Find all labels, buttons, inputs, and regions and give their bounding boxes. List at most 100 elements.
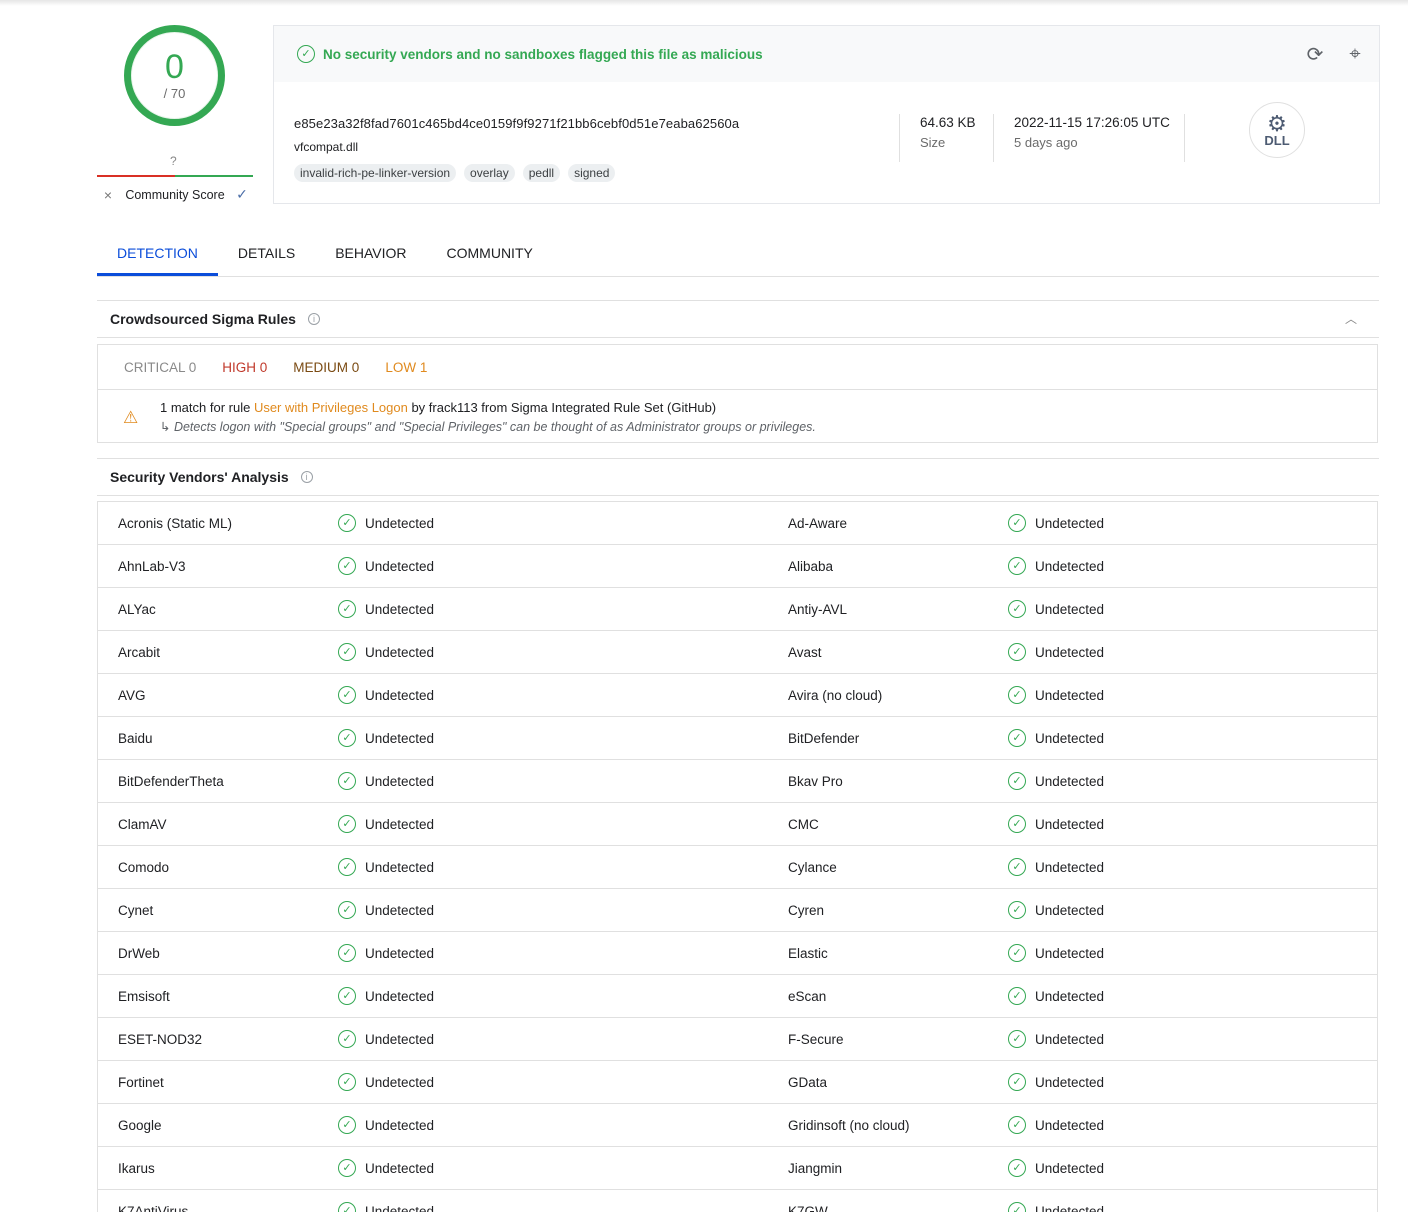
check-circle-icon: ✓ (1008, 557, 1026, 575)
check-circle-icon: ✓ (1008, 1159, 1026, 1177)
check-circle-icon: ✓ (1008, 944, 1026, 962)
check-circle-icon: ✓ (338, 1202, 356, 1212)
vendor-result: ✓ Undetected (1008, 557, 1104, 575)
sigma-rules-box: CRITICAL 0 HIGH 0 MEDIUM 0 LOW 1 ⚠ 1 mat… (97, 344, 1378, 443)
tab-detection[interactable]: DETECTION (97, 232, 218, 276)
vendor-result: ✓ Undetected (1008, 514, 1104, 532)
vendor-name: Cynet (118, 903, 154, 918)
vendor-result-text: Undetected (1035, 1203, 1105, 1212)
severity-high[interactable]: HIGH 0 (222, 360, 267, 375)
vendor-result-text: Undetected (365, 945, 435, 961)
check-circle-icon: ✓ (338, 1159, 356, 1177)
file-hash[interactable]: e85e23a32f8fad7601c465bd4ce0159f9f9271f2… (294, 116, 739, 131)
check-circle-icon: ✓ (338, 600, 356, 618)
vendor-result: ✓ Undetected (1008, 858, 1104, 876)
table-row: Emsisoft ✓ Undetected eScan ✓ Undetected (98, 975, 1377, 1018)
vendor-result-text: Undetected (365, 1074, 435, 1090)
severity-medium[interactable]: MEDIUM 0 (293, 360, 359, 375)
severity-low[interactable]: LOW 1 (385, 360, 427, 375)
vendor-result: ✓ Undetected (1008, 1030, 1104, 1048)
file-size-label: Size (920, 135, 946, 150)
vendors-section-title: Security Vendors' Analysis (110, 469, 289, 485)
divider (1184, 114, 1185, 162)
vendor-name: Cylance (788, 860, 837, 875)
table-row: Arcabit ✓ Undetected Avast ✓ Undetected (98, 631, 1377, 674)
status-message: No security vendors and no sandboxes fla… (323, 46, 763, 62)
file-size-value: 64.63 KB (920, 115, 976, 130)
vendor-name: Avira (no cloud) (788, 688, 883, 703)
table-row: Google ✓ Undetected Gridinsoft (no cloud) ✓ U… (98, 1104, 1377, 1147)
tab-details[interactable]: DETAILS (218, 232, 315, 276)
vendor-name: Fortinet (118, 1075, 164, 1090)
vendor-result: ✓ Undetected (338, 987, 434, 1005)
vendor-result-text: Undetected (1035, 515, 1105, 531)
vendor-name: ALYac (118, 602, 156, 617)
vendor-result: ✓ Undetected (1008, 987, 1104, 1005)
severity-critical[interactable]: CRITICAL 0 (124, 360, 196, 375)
rule-link[interactable]: User with Privileges Logon (254, 400, 408, 415)
table-row: AhnLab-V3 ✓ Undetected Alibaba ✓ Undetected (98, 545, 1377, 588)
vendor-result: ✓ Undetected (338, 901, 434, 919)
vendor-result-text: Undetected (1035, 558, 1105, 574)
sigma-section-header[interactable]: Crowdsourced Sigma Rules i ︿ (97, 300, 1379, 338)
vendor-name: Acronis (Static ML) (118, 516, 233, 531)
vendor-result-text: Undetected (1035, 1117, 1105, 1133)
tab-behavior[interactable]: BEHAVIOR (315, 232, 426, 276)
info-icon[interactable]: i (300, 471, 313, 483)
vote-harmful-icon[interactable]: × (97, 187, 119, 203)
table-row: ClamAV ✓ Undetected CMC ✓ Undetected (98, 803, 1377, 846)
rule-description: ↳ Detects logon with "Special groups" an… (160, 420, 816, 434)
vendor-result-text: Undetected (1035, 902, 1105, 918)
divider (899, 114, 900, 162)
tab-community[interactable]: COMMUNITY (427, 232, 553, 276)
vendor-name: Jiangmin (788, 1161, 843, 1176)
tag[interactable]: pedll (522, 164, 561, 182)
vendor-result-text: Undetected (365, 558, 435, 574)
tag[interactable]: signed (568, 164, 616, 182)
vendor-name: ESET-NOD32 (118, 1032, 203, 1047)
rule-match-text: 1 match for rule User with Privileges Lo… (160, 400, 716, 415)
detection-count: 0 (165, 48, 184, 86)
vendor-name: Avast (788, 645, 822, 660)
check-circle-icon: ✓ (1008, 858, 1026, 876)
chevron-up-icon[interactable]: ︿ (1345, 310, 1357, 327)
vendor-result: ✓ Undetected (1008, 729, 1104, 747)
tag[interactable]: invalid-rich-pe-linker-version (294, 164, 457, 182)
vendor-result: ✓ Undetected (338, 600, 434, 618)
vendor-name: ClamAV (118, 817, 167, 832)
vendor-result: ✓ Undetected (338, 944, 434, 962)
graph-icon[interactable]: ⌖ (1343, 42, 1367, 66)
table-row: DrWeb ✓ Undetected Elastic ✓ Undetected (98, 932, 1377, 975)
tag[interactable]: overlay (464, 164, 515, 182)
vendors-table: Acronis (Static ML) ✓ Undetected Ad-Aware ✓ U… (97, 501, 1378, 1212)
community-unknown: ? (170, 154, 177, 168)
vendor-name: K7GW (788, 1204, 828, 1212)
vendor-result: ✓ Undetected (338, 686, 434, 704)
vendor-result: ✓ Undetected (338, 729, 434, 747)
vendor-result: ✓ Undetected (1008, 901, 1104, 919)
vendor-name: BitDefender (788, 731, 860, 746)
vendor-name: F-Secure (788, 1032, 844, 1047)
check-circle-icon: ✓ (338, 1116, 356, 1134)
vote-harmless-icon[interactable]: ✓ (231, 186, 253, 203)
table-row: BitDefenderTheta ✓ Undetected Bkav Pro ✓ Unde… (98, 760, 1377, 803)
vendor-name: Ikarus (118, 1161, 155, 1176)
tab-bar: DETECTION DETAILS BEHAVIOR COMMUNITY (97, 232, 1379, 277)
warning-icon: ⚠ (123, 408, 139, 427)
vendor-result: ✓ Undetected (338, 858, 434, 876)
reanalyze-icon[interactable]: ⟳ (1303, 42, 1327, 66)
file-type-dll-icon: ⚙ DLL (1249, 102, 1305, 158)
vendor-result-text: Undetected (365, 1117, 435, 1133)
check-circle-icon: ✓ (338, 643, 356, 661)
check-circle-icon: ✓ (338, 944, 356, 962)
vendor-result-text: Undetected (365, 1203, 435, 1212)
vendor-name: CMC (788, 817, 819, 832)
vendor-result-text: Undetected (1035, 945, 1105, 961)
banner-actions: ⟳ ⌖ (1303, 42, 1367, 66)
table-row: Cynet ✓ Undetected Cyren ✓ Undetected (98, 889, 1377, 932)
community-score-row: × Community Score ✓ (97, 186, 253, 203)
vendor-name: AVG (118, 688, 146, 703)
vendor-result-text: Undetected (365, 601, 435, 617)
vendor-name: Ad-Aware (788, 516, 848, 531)
info-icon[interactable]: i (307, 313, 320, 325)
